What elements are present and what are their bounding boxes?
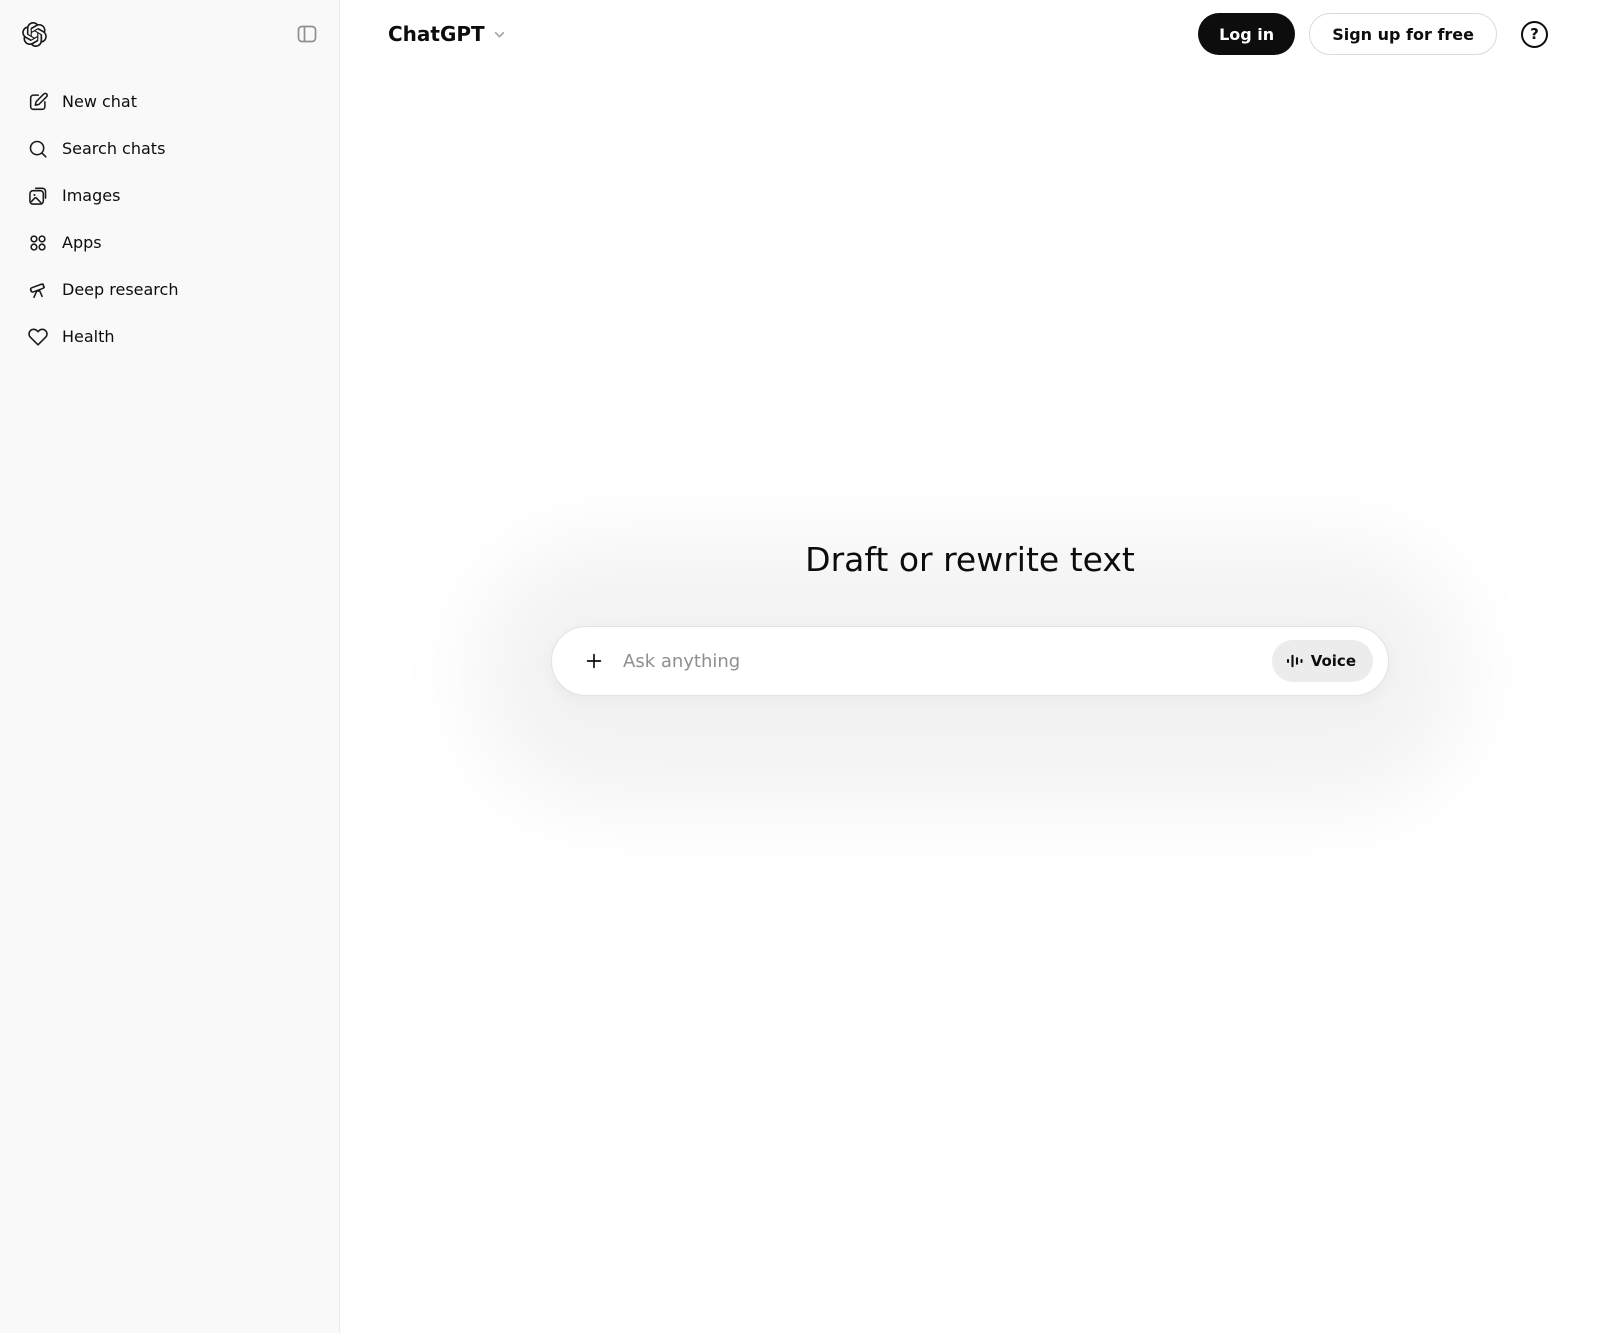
sidebar-toggle-icon bbox=[297, 25, 317, 43]
sidebar-item-new-chat[interactable]: New chat bbox=[0, 78, 339, 125]
health-icon bbox=[27, 326, 49, 348]
model-selector[interactable]: ChatGPT bbox=[382, 18, 514, 50]
apps-icon bbox=[27, 232, 49, 254]
chevron-down-icon bbox=[494, 31, 504, 37]
sidebar-item-label: Deep research bbox=[62, 280, 179, 299]
sidebar-toggle-button[interactable] bbox=[295, 22, 319, 46]
page-title: Draft or rewrite text bbox=[805, 540, 1135, 579]
images-icon bbox=[27, 185, 49, 207]
main-header: ChatGPT Log in Sign up for free ? bbox=[340, 0, 1600, 68]
sidebar-item-search-chats[interactable]: Search chats bbox=[0, 125, 339, 172]
center-stage: Draft or rewrite text Voice bbox=[340, 540, 1600, 801]
openai-logo-icon bbox=[22, 21, 47, 47]
attach-button[interactable] bbox=[576, 643, 612, 679]
sidebar-item-deep-research[interactable]: Deep research bbox=[0, 266, 339, 313]
sidebar-item-label: Health bbox=[62, 327, 115, 346]
question-mark-icon: ? bbox=[1530, 24, 1539, 43]
sidebar-item-label: Search chats bbox=[62, 139, 166, 158]
sidebar-item-label: Images bbox=[62, 186, 121, 205]
sidebar-header bbox=[0, 20, 339, 48]
composer-wrap: Voice bbox=[481, 546, 1459, 801]
main-area: ChatGPT Log in Sign up for free ? Draft … bbox=[340, 0, 1600, 1333]
plus-icon bbox=[586, 653, 602, 669]
voice-button[interactable]: Voice bbox=[1271, 640, 1373, 682]
composer[interactable]: Voice bbox=[551, 626, 1389, 696]
sidebar-item-images[interactable]: Images bbox=[0, 172, 339, 219]
login-button[interactable]: Log in bbox=[1198, 13, 1296, 55]
voice-button-label: Voice bbox=[1310, 652, 1356, 670]
header-actions: Log in Sign up for free ? bbox=[1198, 13, 1548, 55]
sidebar-item-health[interactable]: Health bbox=[0, 313, 339, 360]
deep-research-icon bbox=[27, 279, 49, 301]
message-input[interactable] bbox=[623, 650, 1272, 672]
waveform-icon bbox=[1286, 654, 1303, 668]
signup-button[interactable]: Sign up for free bbox=[1309, 13, 1497, 55]
new-chat-icon bbox=[27, 91, 49, 113]
sidebar-nav: New chat Search chats Images Apps Deep r… bbox=[0, 78, 339, 360]
search-icon bbox=[27, 138, 49, 160]
openai-logo[interactable] bbox=[22, 21, 47, 47]
sidebar-item-apps[interactable]: Apps bbox=[0, 219, 339, 266]
model-selector-label: ChatGPT bbox=[388, 22, 485, 46]
sidebar-item-label: New chat bbox=[62, 92, 137, 111]
sidebar-item-label: Apps bbox=[62, 233, 102, 252]
sidebar: New chat Search chats Images Apps Deep r… bbox=[0, 0, 340, 1333]
help-button[interactable]: ? bbox=[1521, 20, 1548, 48]
